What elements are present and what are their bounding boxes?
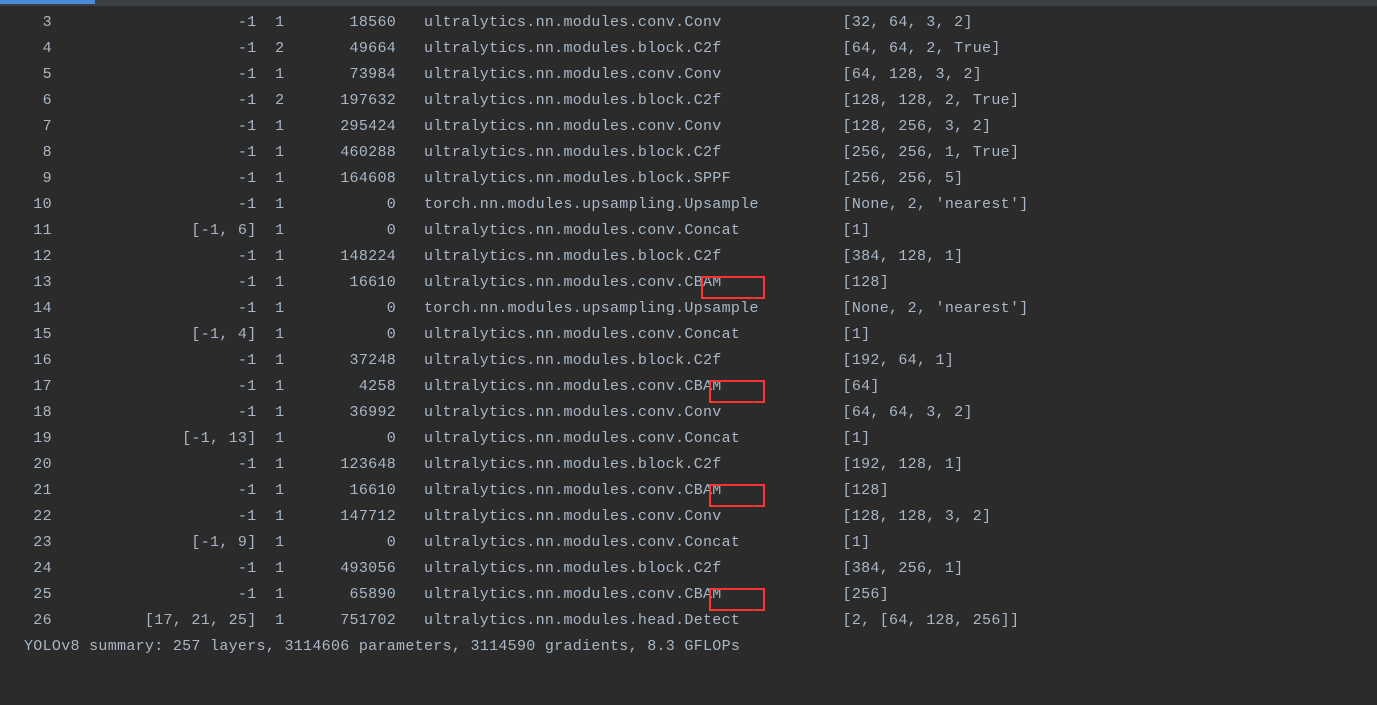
model-layer-row: 21 -1 1 16610 ultralytics.nn.modules.con… bbox=[24, 478, 1377, 504]
model-layer-row: 19 [-1, 13] 1 0 ultralytics.nn.modules.c… bbox=[24, 426, 1377, 452]
model-layer-row: 25 -1 1 65890 ultralytics.nn.modules.con… bbox=[24, 582, 1377, 608]
model-layer-row: 14 -1 1 0 torch.nn.modules.upsampling.Up… bbox=[24, 296, 1377, 322]
model-summary-line: YOLOv8 summary: 257 layers, 3114606 para… bbox=[24, 634, 1377, 660]
model-layer-row: 11 [-1, 6] 1 0 ultralytics.nn.modules.co… bbox=[24, 218, 1377, 244]
progress-indicator bbox=[0, 0, 95, 4]
model-layer-row: 22 -1 1 147712 ultralytics.nn.modules.co… bbox=[24, 504, 1377, 530]
model-layer-row: 26 [17, 21, 25] 1 751702 ultralytics.nn.… bbox=[24, 608, 1377, 634]
model-layer-row: 15 [-1, 4] 1 0 ultralytics.nn.modules.co… bbox=[24, 322, 1377, 348]
model-layer-row: 13 -1 1 16610 ultralytics.nn.modules.con… bbox=[24, 270, 1377, 296]
model-layer-row: 6 -1 2 197632 ultralytics.nn.modules.blo… bbox=[24, 88, 1377, 114]
terminal-output: 3 -1 1 18560 ultralytics.nn.modules.conv… bbox=[0, 6, 1377, 664]
model-layer-row: 24 -1 1 493056 ultralytics.nn.modules.bl… bbox=[24, 556, 1377, 582]
top-bar bbox=[0, 0, 1377, 6]
model-layer-row: 18 -1 1 36992 ultralytics.nn.modules.con… bbox=[24, 400, 1377, 426]
model-layer-row: 10 -1 1 0 torch.nn.modules.upsampling.Up… bbox=[24, 192, 1377, 218]
model-layer-row: 17 -1 1 4258 ultralytics.nn.modules.conv… bbox=[24, 374, 1377, 400]
model-layer-row: 4 -1 2 49664 ultralytics.nn.modules.bloc… bbox=[24, 36, 1377, 62]
model-layer-row: 20 -1 1 123648 ultralytics.nn.modules.bl… bbox=[24, 452, 1377, 478]
model-layer-row: 7 -1 1 295424 ultralytics.nn.modules.con… bbox=[24, 114, 1377, 140]
model-layer-row: 9 -1 1 164608 ultralytics.nn.modules.blo… bbox=[24, 166, 1377, 192]
model-layer-row: 12 -1 1 148224 ultralytics.nn.modules.bl… bbox=[24, 244, 1377, 270]
model-layer-row: 5 -1 1 73984 ultralytics.nn.modules.conv… bbox=[24, 62, 1377, 88]
model-layer-row: 3 -1 1 18560 ultralytics.nn.modules.conv… bbox=[24, 10, 1377, 36]
model-layer-row: 8 -1 1 460288 ultralytics.nn.modules.blo… bbox=[24, 140, 1377, 166]
model-layer-row: 23 [-1, 9] 1 0 ultralytics.nn.modules.co… bbox=[24, 530, 1377, 556]
model-layer-row: 16 -1 1 37248 ultralytics.nn.modules.blo… bbox=[24, 348, 1377, 374]
